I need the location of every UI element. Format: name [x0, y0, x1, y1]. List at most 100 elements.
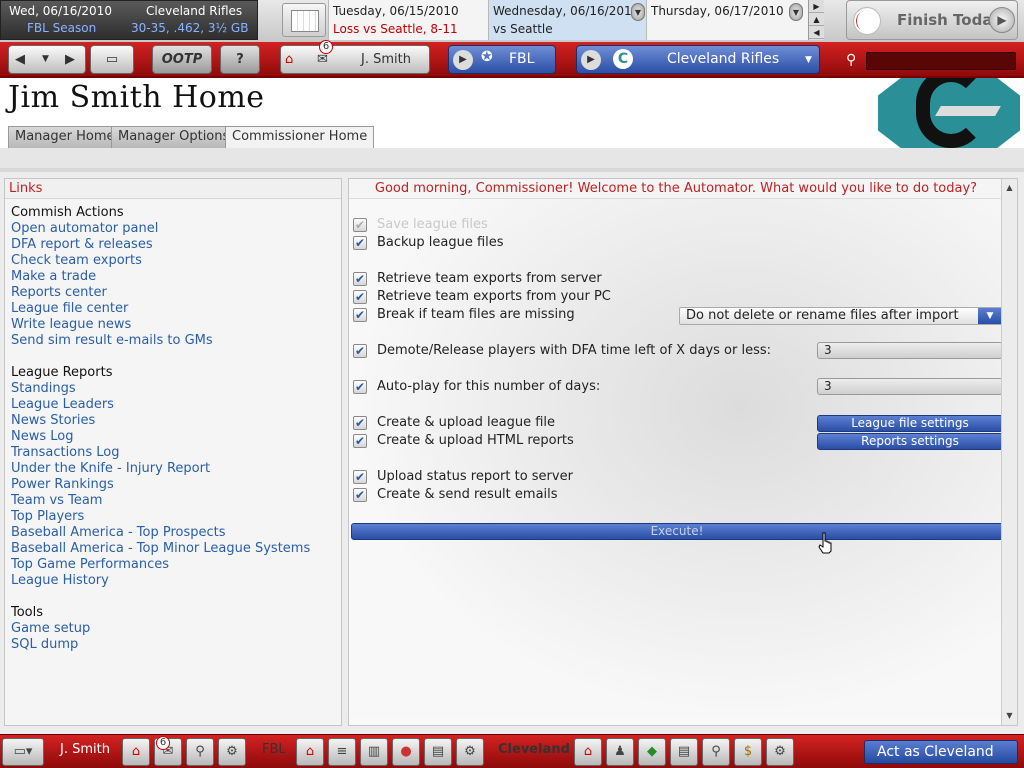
- link-item[interactable]: SQL dump: [11, 637, 78, 653]
- link-item[interactable]: Baseball America - Top Minor League Syst…: [11, 541, 310, 557]
- baseball-icon[interactable]: ●: [392, 738, 420, 766]
- link-item[interactable]: News Stories: [11, 413, 95, 429]
- checkbox[interactable]: ✔: [353, 488, 367, 502]
- finances-icon[interactable]: $: [734, 738, 762, 766]
- play-icon[interactable]: ▶: [581, 50, 601, 70]
- calendar-day-prev[interactable]: Tuesday, 06/15/2010 Loss vs Seattle, 8-1…: [328, 0, 488, 40]
- link-item[interactable]: Standings: [11, 381, 76, 397]
- option-label: Create & send result emails: [377, 487, 558, 502]
- roster-icon[interactable]: ▤: [670, 738, 698, 766]
- tab-manager-home[interactable]: Manager Home: [8, 126, 122, 148]
- tools-icon[interactable]: ⚙: [456, 738, 484, 766]
- checkbox[interactable]: ✔: [353, 290, 367, 304]
- stats-icon[interactable]: ▥: [360, 738, 388, 766]
- checkbox[interactable]: ✔: [353, 344, 367, 358]
- scroll-up-icon[interactable]: ▲: [1002, 181, 1017, 195]
- team-selector[interactable]: ▶ C Cleveland Rifles ▼: [576, 45, 820, 74]
- link-item[interactable]: Under the Knife - Injury Report: [11, 461, 210, 477]
- league-selector[interactable]: ▶ ✪ FBL: [448, 45, 556, 74]
- ootp-menu-button[interactable]: OOTP: [152, 45, 212, 74]
- link-item[interactable]: Transactions Log: [11, 445, 120, 461]
- scout-icon[interactable]: ⚲: [702, 738, 730, 766]
- link-item[interactable]: Check team exports: [11, 253, 142, 269]
- book-icon[interactable]: ▭▾: [2, 738, 44, 766]
- calendar-day-next[interactable]: Thursday, 06/17/2010 ▼: [646, 0, 808, 40]
- play-icon[interactable]: ▶: [453, 50, 473, 70]
- scroll-down-icon[interactable]: ▼: [1002, 709, 1017, 723]
- home-icon[interactable]: ⌂: [285, 46, 293, 73]
- link-item[interactable]: Top Game Performances: [11, 557, 169, 573]
- link-item[interactable]: League file center: [11, 301, 128, 317]
- import-option-dropdown[interactable]: Do not delete or rename files after impo…: [679, 307, 1003, 325]
- book-menu-button[interactable]: ▭: [90, 45, 134, 74]
- league-name: FBL: [509, 51, 535, 67]
- link-item[interactable]: Game setup: [11, 621, 90, 637]
- link-item[interactable]: Write league news: [11, 317, 131, 333]
- link-item[interactable]: Reports center: [11, 285, 107, 301]
- sub-bar: [0, 148, 1024, 172]
- manager-menu[interactable]: ⌂ ✉ 6 J. Smith: [280, 40, 430, 74]
- vertical-scrollbar[interactable]: ▲ ▼: [1001, 179, 1017, 725]
- league-file-settings-button[interactable]: League file settings: [817, 415, 1003, 432]
- option-label: Save league files: [377, 217, 488, 232]
- help-menu-button[interactable]: ?: [220, 45, 260, 74]
- link-item[interactable]: Make a trade: [11, 269, 96, 285]
- field-icon[interactable]: ◆: [638, 738, 666, 766]
- calendar-icon[interactable]: [282, 3, 326, 37]
- chevron-down-icon[interactable]: ▼: [42, 46, 49, 73]
- logo-bird: [935, 106, 1001, 116]
- search-icon[interactable]: ⚲: [186, 738, 214, 766]
- chevron-down-icon[interactable]: ▼: [789, 3, 803, 21]
- team-home-icon[interactable]: ⌂: [574, 738, 602, 766]
- search-input[interactable]: [866, 52, 1016, 70]
- arrow-up-icon[interactable]: ▲: [809, 13, 824, 26]
- league-home-icon[interactable]: ⌂: [296, 738, 324, 766]
- checkbox[interactable]: ✔: [353, 380, 367, 394]
- act-as-team-button[interactable]: Act as Cleveland: [864, 740, 1018, 764]
- back-icon[interactable]: ◀: [15, 46, 25, 73]
- checkbox[interactable]: ✔: [353, 308, 367, 322]
- link-item[interactable]: Top Players: [11, 509, 84, 525]
- settings-icon[interactable]: ⚙: [218, 738, 246, 766]
- team-tools-icon[interactable]: ⚙: [766, 738, 794, 766]
- link-item[interactable]: Power Rankings: [11, 477, 114, 493]
- link-item[interactable]: News Log: [11, 429, 73, 445]
- link-item[interactable]: Send sim result e-mails to GMs: [11, 333, 213, 349]
- reports-settings-button[interactable]: Reports settings: [817, 433, 1003, 450]
- finish-today-button[interactable]: Finish Today ▶: [846, 0, 1018, 40]
- link-item[interactable]: Open automator panel: [11, 221, 158, 237]
- checkbox[interactable]: ✔: [353, 272, 367, 286]
- checkbox[interactable]: ✔: [353, 434, 367, 448]
- dfa-days-input[interactable]: 3: [817, 342, 1003, 359]
- checkbox[interactable]: ✔: [353, 470, 367, 484]
- link-item[interactable]: League Leaders: [11, 397, 114, 413]
- execute-button[interactable]: Execute!: [351, 523, 1003, 540]
- season-label: FBL Season: [27, 21, 97, 35]
- calendar-scroll[interactable]: ▶ ▲ ◀: [808, 0, 824, 40]
- link-item[interactable]: Baseball America - Top Prospects: [11, 525, 226, 541]
- news-icon[interactable]: ≡: [328, 738, 356, 766]
- checkbox[interactable]: ✔: [353, 416, 367, 430]
- link-item[interactable]: DFA report & releases: [11, 237, 153, 253]
- home-icon[interactable]: ⌂: [122, 738, 150, 766]
- search-icon[interactable]: ⚲: [846, 52, 862, 68]
- chevron-down-icon[interactable]: ▼: [631, 3, 645, 21]
- hand-cursor-icon: [818, 532, 832, 554]
- league-logo-icon: ✪: [481, 49, 493, 65]
- tab-commissioner-home[interactable]: Commissioner Home: [225, 126, 375, 148]
- checkbox[interactable]: ✔: [353, 236, 367, 250]
- autoplay-days-input[interactable]: 3: [817, 378, 1003, 395]
- link-item[interactable]: Team vs Team: [11, 493, 102, 509]
- forward-icon[interactable]: ▶: [65, 46, 75, 73]
- player-icon[interactable]: ♟: [606, 738, 634, 766]
- tab-manager-options[interactable]: Manager Options: [111, 126, 237, 148]
- arrow-left-icon[interactable]: ◀: [809, 26, 824, 39]
- links-heading: Links: [5, 179, 341, 199]
- history-nav[interactable]: ◀ ▼ ▶: [8, 45, 86, 74]
- chevron-down-icon[interactable]: ▼: [805, 55, 812, 65]
- clipboard-icon[interactable]: ▤: [424, 738, 452, 766]
- chevron-down-icon[interactable]: ▼: [978, 308, 1002, 324]
- arrow-right-icon[interactable]: ▶: [809, 0, 824, 13]
- calendar-day-today[interactable]: Wednesday, 06/16/2010 vs Seattle ▼: [488, 0, 646, 40]
- link-item[interactable]: League History: [11, 573, 109, 589]
